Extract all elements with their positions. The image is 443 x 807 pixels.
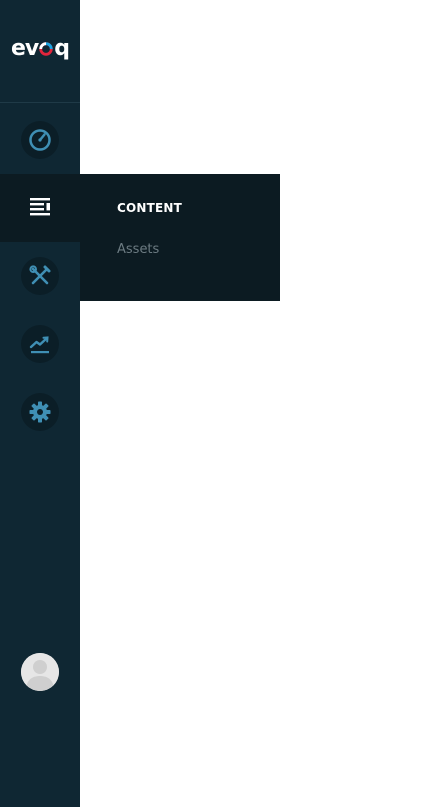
logo-text-right: q — [54, 35, 70, 61]
logo-wordmark: ev q — [10, 35, 70, 61]
user-silhouette-icon — [21, 653, 59, 691]
document-lines-icon — [30, 198, 50, 216]
sidebar-item-settings-circle — [21, 393, 59, 431]
sidebar-item-analytics[interactable] — [0, 310, 80, 378]
sidebar-item-analytics-circle — [21, 325, 59, 363]
user-avatar[interactable] — [21, 653, 59, 691]
flyout-title: CONTENT — [117, 201, 183, 215]
logo-text-left: ev — [10, 35, 39, 61]
gear-icon — [29, 401, 51, 423]
sidebar-item-tools[interactable] — [0, 242, 80, 310]
gauge-icon — [29, 129, 51, 151]
line-chart-icon — [29, 336, 49, 354]
sidebar-item-settings[interactable] — [0, 378, 80, 446]
logo[interactable]: ev q — [0, 0, 80, 103]
content-flyout-menu: CONTENT Assets — [80, 174, 280, 301]
logo-o-icon — [39, 42, 53, 56]
sidebar-item-tools-circle — [21, 257, 59, 295]
flyout-item-assets[interactable]: Assets — [117, 242, 159, 257]
wrench-screwdriver-icon — [29, 265, 51, 285]
sidebar-item-content[interactable] — [0, 174, 80, 242]
sidebar-item-dashboard-circle — [21, 121, 59, 159]
sidebar-item-dashboard[interactable] — [0, 106, 80, 174]
app-window: ev q CONTENT Assets — [0, 0, 443, 807]
sidebar: ev q — [0, 0, 80, 807]
